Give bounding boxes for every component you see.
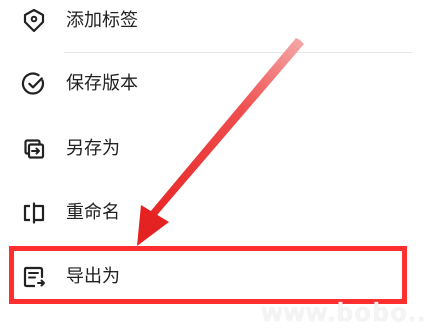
menu-item-save-version[interactable]: 保存版本 <box>0 59 428 109</box>
menu-item-rename[interactable]: 重命名 <box>0 188 428 238</box>
menu-item-label: 添加标签 <box>66 10 138 31</box>
menu-divider <box>64 52 412 53</box>
rename-icon <box>20 199 48 227</box>
watermark: www.bobo...com <box>242 289 428 328</box>
menu-item-label: 导出为 <box>66 266 120 287</box>
watermark-text: www.bobo...com <box>262 297 428 327</box>
menu-item-label: 重命名 <box>66 202 120 223</box>
menu-item-label: 另存为 <box>66 138 120 159</box>
menu-item-save-as[interactable]: 另存为 <box>0 124 428 174</box>
save-as-icon <box>20 135 48 163</box>
menu-item-label: 保存版本 <box>66 73 138 94</box>
check-circle-icon <box>20 70 48 98</box>
context-menu: 添加标签 保存版本 另存为 重命名 导出为 <box>0 0 428 328</box>
tag-icon <box>20 7 48 35</box>
menu-item-add-tag[interactable]: 添加标签 <box>0 0 428 46</box>
export-document-icon <box>20 263 48 291</box>
